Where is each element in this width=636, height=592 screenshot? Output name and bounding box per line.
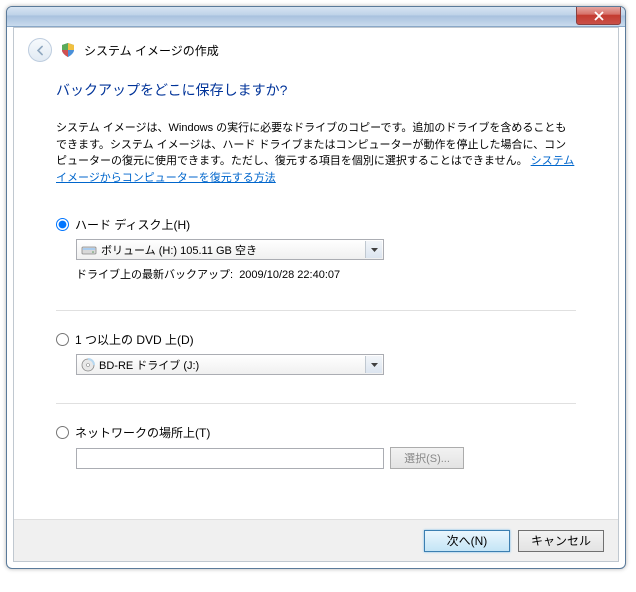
radio-dvd-label: 1 つ以上の DVD 上(D) [75, 331, 194, 348]
cancel-button[interactable]: キャンセル [518, 530, 604, 552]
page-title: システム イメージの作成 [84, 42, 219, 59]
option-dvd: 1 つ以上の DVD 上(D) BD-RE ドライブ (J:) [56, 331, 576, 375]
network-path-input[interactable] [76, 448, 384, 469]
backup-info: ドライブ上の最新バックアップ: 2009/10/28 22:40:07 [76, 266, 576, 282]
wizard-window: システム イメージの作成 バックアップをどこに保存しますか? システム イメージ… [6, 6, 626, 569]
hard-drive-icon [81, 244, 97, 256]
header-row: システム イメージの作成 [14, 28, 618, 68]
content-area: システム イメージの作成 バックアップをどこに保存しますか? システム イメージ… [13, 27, 619, 562]
divider [56, 403, 576, 404]
dvd-dropdown[interactable]: BD-RE ドライブ (J:) [76, 354, 384, 375]
dvd-selected: BD-RE ドライブ (J:) [99, 357, 199, 373]
shield-icon [60, 42, 76, 58]
question-heading: バックアップをどこに保存しますか? [56, 80, 576, 100]
footer: 次へ(N) キャンセル [14, 519, 618, 561]
hard-disk-dropdown[interactable]: ボリューム (H:) 105.11 GB 空き [76, 239, 384, 260]
main-panel: バックアップをどこに保存しますか? システム イメージは、Windows の実行… [14, 68, 618, 469]
backup-info-label: ドライブ上の最新バックアップ: [76, 269, 233, 281]
radio-hard-disk[interactable] [56, 218, 69, 231]
radio-network[interactable] [56, 426, 69, 439]
hard-disk-selected: ボリューム (H:) 105.11 GB 空き [101, 242, 257, 258]
back-button[interactable] [28, 38, 52, 62]
close-button[interactable] [576, 6, 621, 25]
divider [56, 310, 576, 311]
back-arrow-icon [34, 44, 47, 57]
option-hard-disk: ハード ディスク上(H) ボリューム (H:) 105.11 GB 空き [56, 216, 576, 282]
option-network: ネットワークの場所上(T) 選択(S)... [56, 424, 576, 469]
radio-hard-disk-label: ハード ディスク上(H) [75, 216, 190, 233]
description-text: システム イメージは、Windows の実行に必要なドライブのコピーです。追加の… [56, 120, 576, 186]
backup-info-value: 2009/10/28 22:40:07 [239, 269, 340, 281]
titlebar [7, 7, 625, 27]
next-button[interactable]: 次へ(N) [424, 530, 510, 552]
close-icon [594, 11, 604, 21]
chevron-down-icon [365, 356, 382, 373]
browse-button[interactable]: 選択(S)... [390, 447, 464, 469]
radio-dvd[interactable] [56, 333, 69, 346]
radio-network-label: ネットワークの場所上(T) [75, 424, 210, 441]
chevron-down-icon [365, 241, 382, 258]
description-body: システム イメージは、Windows の実行に必要なドライブのコピーです。追加の… [56, 122, 566, 167]
disc-icon [81, 358, 95, 372]
